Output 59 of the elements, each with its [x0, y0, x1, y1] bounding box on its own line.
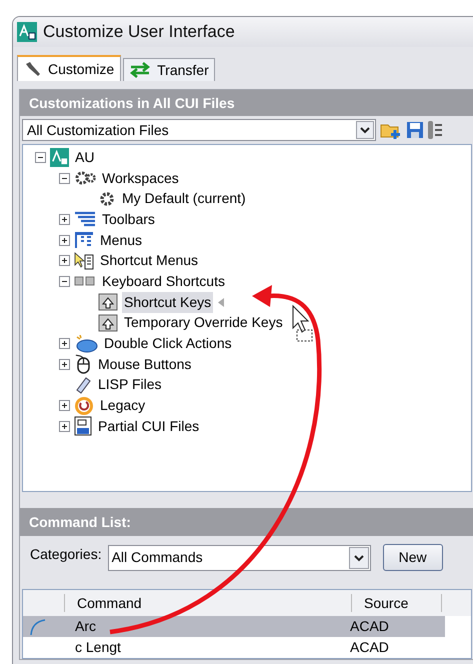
- categories-dropdown[interactable]: All Commands: [108, 544, 371, 570]
- tree-item[interactable]: Double Click Actions: [102, 333, 234, 354]
- cursor-menu-icon: [74, 252, 94, 270]
- tree-item[interactable]: Shortcut Keys: [122, 292, 214, 313]
- mouse-cursor-icon: [292, 304, 312, 342]
- expand-icon[interactable]: [58, 338, 70, 350]
- refresh-icon: [74, 396, 94, 416]
- list-icon[interactable]: [428, 120, 442, 140]
- panel-header: Command List:: [20, 508, 473, 536]
- table-cell-text: Arc: [74, 617, 97, 636]
- expand-icon[interactable]: [58, 400, 70, 412]
- tree-item[interactable]: Menus: [98, 230, 144, 251]
- table-cell-text: c Lengt: [74, 638, 122, 657]
- tree-item[interactable]: Legacy: [98, 395, 148, 416]
- key-icon: [98, 293, 118, 312]
- table-row[interactable]: c Lengt ACAD: [23, 637, 445, 658]
- gears-icon: [74, 169, 96, 188]
- table-cell-text: ACAD: [350, 638, 390, 657]
- table-row[interactable]: Arc ACAD: [23, 616, 445, 637]
- app-icon: [50, 148, 69, 167]
- key-icon: [98, 314, 118, 332]
- expand-icon[interactable]: [58, 358, 70, 370]
- arrows-icon: [129, 62, 152, 78]
- new-button[interactable]: New: [382, 544, 443, 571]
- expand-icon[interactable]: [58, 234, 70, 246]
- tree-item[interactable]: Toolbars: [100, 208, 157, 230]
- expand-icon[interactable]: [58, 214, 70, 225]
- document-icon: [74, 416, 92, 436]
- tab[interactable]: Customize: [17, 55, 122, 81]
- collapse-icon[interactable]: [58, 276, 70, 287]
- file-dropdown[interactable]: All Customization Files: [22, 119, 376, 141]
- panel-header: Customizations in All CUI Files: [20, 90, 473, 116]
- tree-item[interactable]: Mouse Buttons: [96, 354, 194, 375]
- toolbar-icon: [74, 210, 96, 228]
- table-cell-text: ACAD: [350, 617, 390, 636]
- tree-item[interactable]: AU: [73, 146, 96, 168]
- tree-item[interactable]: Partial CUI Files: [96, 416, 202, 437]
- column-header[interactable]: Command: [65, 594, 352, 612]
- tree-item[interactable]: Temporary Override Keys: [122, 312, 285, 334]
- expand-icon[interactable]: [58, 255, 70, 266]
- collapse-icon[interactable]: [58, 172, 70, 184]
- tree-item[interactable]: My Default (current): [120, 188, 248, 210]
- tree-item[interactable]: LISP Files: [96, 374, 164, 396]
- collapse-icon[interactable]: [34, 152, 46, 163]
- arc-icon: [28, 618, 48, 636]
- tab[interactable]: Transfer: [123, 58, 215, 81]
- gear-icon: [98, 190, 116, 208]
- menu-icon: [74, 231, 94, 250]
- pointer-icon: [218, 298, 224, 307]
- keys-icon: [74, 275, 96, 288]
- categories-label: Categories:: [30, 545, 102, 564]
- save-icon[interactable]: [406, 121, 424, 139]
- expand-icon[interactable]: [58, 420, 70, 432]
- column-header[interactable]: Source: [352, 594, 442, 612]
- tree-item[interactable]: Keyboard Shortcuts: [100, 270, 227, 292]
- tree-item[interactable]: Workspaces: [100, 168, 181, 189]
- app-icon: [17, 22, 37, 42]
- tree-item[interactable]: Shortcut Menus: [98, 250, 200, 272]
- window-title: Customize User Interface: [43, 21, 235, 44]
